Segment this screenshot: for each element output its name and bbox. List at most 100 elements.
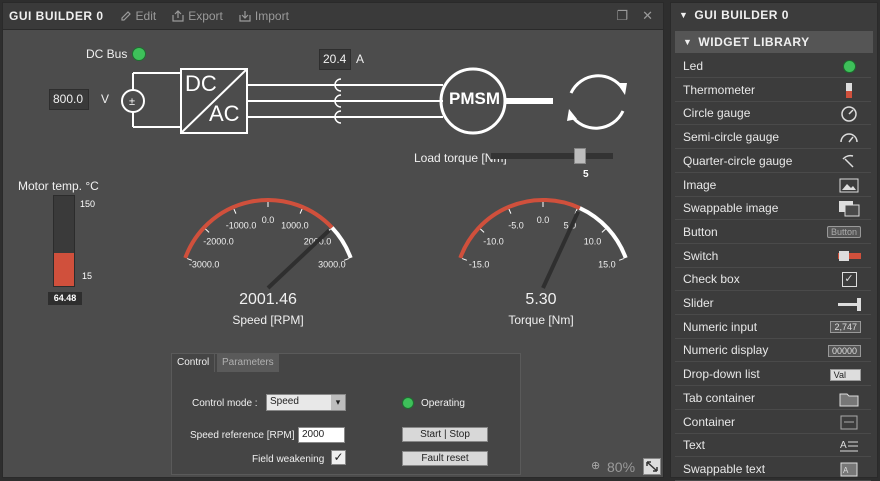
container-icon	[837, 414, 861, 431]
import-label: Import	[254, 9, 289, 23]
widget-item-image[interactable]: Image	[675, 174, 871, 197]
gauge-tick-mark	[618, 258, 624, 261]
widget-item-swappable-image[interactable]: Swappable image	[675, 197, 871, 221]
widget-item-container[interactable]: Container	[675, 411, 871, 434]
widget-item-label: Swappable image	[683, 201, 779, 216]
control-mode-label: Control mode :	[192, 398, 258, 409]
gauge-tick-label: -10.0	[483, 236, 504, 246]
gauge-tick-label: 15.0	[598, 260, 616, 270]
pencil-icon	[120, 11, 131, 21]
thermometer-max: 150	[80, 199, 96, 209]
converter-label-dc: DC	[185, 71, 217, 96]
torque-gauge: -15.0-10.0-5.00.05.010.015.0	[458, 198, 628, 289]
thermometer-min: 15	[82, 271, 93, 281]
svg-text:±: ±	[129, 96, 135, 108]
dc-bus-voltage-input[interactable]: 800.0	[49, 89, 89, 110]
voltage-unit: V	[101, 92, 110, 106]
widget-item-thermometer[interactable]: Thermometer	[675, 79, 871, 102]
import-icon	[239, 11, 251, 22]
tab-control[interactable]: Control	[172, 354, 216, 372]
widget-item-label: Drop-down list	[683, 367, 760, 382]
speed-reference-label: Speed reference [RPM]	[190, 430, 295, 441]
widget-item-led[interactable]: Led	[675, 55, 871, 78]
gauge-tick-mark	[205, 228, 210, 233]
right-panel-title: GUI BUILDER 0	[694, 8, 789, 22]
fit-to-screen-button[interactable]	[643, 458, 661, 475]
zoom-level: 80%	[607, 459, 636, 475]
widget-item-swappable-text[interactable]: Swappable text A	[675, 458, 871, 481]
torque-value: 5.30	[525, 291, 557, 308]
import-button[interactable]: Import	[239, 9, 289, 23]
restore-window-icon[interactable]: ❐	[616, 8, 628, 24]
right-panel-header[interactable]: ▼ GUI BUILDER 0	[671, 3, 877, 27]
widget-item-label: Semi-circle gauge	[683, 130, 780, 145]
swappable-text-icon: A	[837, 461, 861, 478]
widget-item-button[interactable]: Button Button	[675, 221, 871, 244]
tab-parameters[interactable]: Parameters	[217, 354, 279, 372]
field-weakening-checkbox[interactable]: ✓	[331, 450, 346, 465]
close-icon[interactable]: ✕	[642, 8, 653, 24]
control-mode-dropdown[interactable]: Speed ▾	[266, 394, 346, 411]
widget-item-label: Button	[683, 224, 718, 239]
expand-icon	[646, 461, 658, 472]
widget-item-semi-circle-gauge[interactable]: Semi-circle gauge	[675, 126, 871, 150]
widget-item-numeric-input[interactable]: Numeric input 2,747	[675, 316, 871, 339]
start-stop-button[interactable]: Start | Stop	[402, 427, 488, 442]
gauge-remaining-arc	[330, 226, 353, 259]
semi-circle-gauge-icon	[837, 129, 861, 146]
export-button[interactable]: Export	[172, 9, 223, 23]
widget-item-label: Text	[683, 438, 706, 453]
thermometer-fill	[54, 252, 74, 286]
gauge-tick-label: -3000.0	[189, 260, 220, 270]
text-icon: A	[837, 437, 861, 454]
widget-library-header[interactable]: ▼ WIDGET LIBRARY	[675, 31, 873, 53]
circle-gauge-icon	[837, 105, 861, 123]
widget-library-title: WIDGET LIBRARY	[698, 35, 810, 49]
widget-item-tab-container[interactable]: Tab container	[675, 387, 871, 410]
led-icon	[837, 58, 861, 75]
widget-item-label: Circle gauge	[683, 106, 751, 121]
operating-led	[402, 397, 414, 409]
window-title: GUI BUILDER 0	[9, 9, 104, 23]
speed-reference-input[interactable]: 2000	[298, 427, 345, 443]
load-torque-slider-thumb[interactable]	[573, 148, 586, 164]
gauge-tick-label: 3000.0	[318, 260, 346, 270]
widget-item-text[interactable]: Text A	[675, 434, 871, 458]
collapse-arrow-icon: ▼	[683, 37, 693, 47]
edit-button[interactable]: Edit	[120, 9, 156, 23]
widget-item-label: Thermometer	[683, 82, 756, 97]
fault-reset-button[interactable]: Fault reset	[402, 451, 488, 466]
widget-item-drop-down-list[interactable]: Drop-down list Val	[675, 363, 871, 387]
widget-item-quarter-circle-gauge[interactable]: Quarter-circle gauge	[675, 150, 871, 173]
gauge-tick-mark	[462, 258, 468, 261]
gauge-tick-label: 0.0	[537, 215, 550, 225]
swappable-image-icon	[837, 200, 861, 217]
field-weakening-label: Field weakening	[252, 454, 325, 465]
thermometer-icon	[837, 82, 861, 99]
dc-bus-led	[132, 47, 146, 61]
widget-item-label: Check box	[683, 272, 740, 287]
widget-item-switch[interactable]: Switch	[675, 245, 871, 268]
operating-label: Operating	[421, 398, 465, 409]
widget-item-numeric-display[interactable]: Numeric display 00000	[675, 339, 871, 363]
widget-item-label: Switch	[683, 248, 719, 263]
gauge-tick-label: -2000.0	[203, 236, 234, 246]
load-torque-slider-track[interactable]	[491, 148, 613, 164]
speed-value: 2001.46	[239, 291, 297, 308]
motor-label: PMSM	[449, 89, 500, 108]
widget-item-check-box[interactable]: Check box ✓	[675, 268, 871, 292]
widget-item-label: Numeric display	[683, 343, 769, 358]
speed-title: Speed [RPM]	[232, 313, 304, 327]
control-mode-value: Speed	[270, 396, 299, 407]
quarter-circle-gauge-icon	[837, 153, 861, 170]
widget-item-slider[interactable]: Slider	[675, 292, 871, 315]
control-tab-container: Control Parameters Control mode : Speed …	[171, 353, 521, 475]
gauge-tick-mark	[508, 208, 512, 214]
checkbox-icon: ✓	[837, 271, 861, 288]
numeric-display-icon: 00000	[827, 342, 861, 359]
dc-bus-label: DC Bus	[86, 47, 128, 61]
zoom-in-icon[interactable]: ⊕	[591, 459, 600, 472]
widget-item-circle-gauge[interactable]: Circle gauge	[675, 102, 871, 126]
load-torque-value: 5	[583, 169, 589, 180]
gauge-tick-label: 1000.0	[281, 221, 309, 231]
